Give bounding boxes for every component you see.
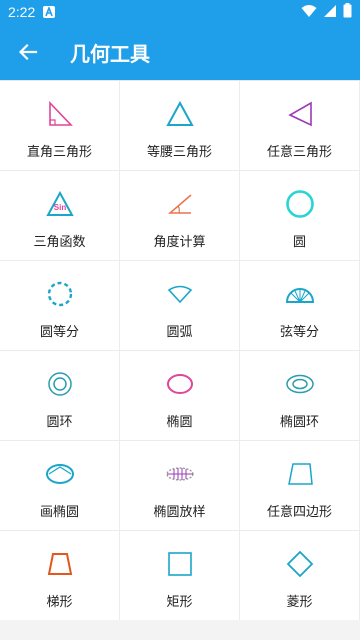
tool-angle-calc[interactable]: 角度计算 — [120, 171, 240, 261]
right-triangle-icon — [45, 99, 75, 129]
tool-label: 圆等分 — [39, 325, 79, 340]
ellipse-ring-icon — [285, 369, 315, 399]
tool-grid: 直角三角形 等腰三角形 任意三角形 Sin 三角函数 角度计算 圆 圆等分 圆弧… — [0, 80, 360, 621]
status-bar: 2:22 — [0, 0, 360, 24]
any-quadrilateral-icon — [285, 459, 315, 489]
tool-isosceles-triangle[interactable]: 等腰三角形 — [120, 81, 240, 171]
tool-label: 椭圆 — [166, 415, 193, 430]
tool-draw-ellipse[interactable]: 画椭圆 — [0, 441, 120, 531]
page-title: 几何工具 — [70, 41, 150, 66]
wifi-icon — [301, 4, 317, 21]
tool-label: 菱形 — [286, 595, 313, 610]
tool-ring[interactable]: 圆环 — [0, 351, 120, 441]
battery-icon — [343, 3, 352, 21]
ring-icon — [45, 369, 75, 399]
tool-ellipse-ring[interactable]: 椭圆环 — [240, 351, 360, 441]
tool-label: 梯形 — [46, 595, 73, 610]
tool-any-triangle[interactable]: 任意三角形 — [240, 81, 360, 171]
tool-circle[interactable]: 圆 — [240, 171, 360, 261]
arc-icon — [165, 279, 195, 309]
tool-label: 三角函数 — [33, 235, 86, 250]
tool-trapezoid[interactable]: 梯形 — [0, 531, 120, 621]
status-left: 2:22 — [8, 4, 56, 20]
tool-label: 圆弧 — [166, 325, 193, 340]
signal-icon — [323, 4, 337, 21]
tool-label: 圆环 — [46, 415, 73, 430]
rhombus-icon — [285, 549, 315, 579]
tool-label: 圆 — [292, 235, 306, 250]
draw-ellipse-icon — [45, 459, 75, 489]
tool-circle-division[interactable]: 圆等分 — [0, 261, 120, 351]
tool-arc[interactable]: 圆弧 — [120, 261, 240, 351]
tool-label: 椭圆环 — [279, 415, 319, 430]
trig-function-icon: Sin — [45, 189, 75, 219]
tool-rectangle[interactable]: 矩形 — [120, 531, 240, 621]
tool-label: 画椭圆 — [39, 505, 79, 520]
tool-ellipse-lofting[interactable]: 椭圆放样 — [120, 441, 240, 531]
a-badge-icon — [43, 6, 56, 18]
any-triangle-icon — [285, 99, 315, 129]
tool-label: 任意三角形 — [266, 145, 332, 160]
circle-icon — [285, 189, 315, 219]
tool-ellipse[interactable]: 椭圆 — [120, 351, 240, 441]
tool-label: 椭圆放样 — [153, 505, 206, 520]
ellipse-lofting-icon — [165, 459, 195, 489]
tool-label: 直角三角形 — [26, 145, 92, 160]
trapezoid-icon — [45, 549, 75, 579]
tool-any-quadrilateral[interactable]: 任意四边形 — [240, 441, 360, 531]
tool-chord-division[interactable]: 弦等分 — [240, 261, 360, 351]
arrow-left-icon — [18, 43, 38, 61]
tool-right-triangle[interactable]: 直角三角形 — [0, 81, 120, 171]
status-time: 2:22 — [8, 4, 36, 20]
bottom-strip — [0, 620, 360, 640]
tool-trig-function[interactable]: Sin 三角函数 — [0, 171, 120, 261]
tool-rhombus[interactable]: 菱形 — [240, 531, 360, 621]
trig-icon-text: Sin — [53, 203, 66, 212]
tool-label: 任意四边形 — [266, 505, 332, 520]
isosceles-triangle-icon — [165, 99, 195, 129]
rectangle-icon — [165, 549, 195, 579]
status-right — [301, 3, 352, 21]
tool-label: 角度计算 — [153, 235, 206, 250]
circle-division-icon — [45, 279, 75, 309]
tool-label: 弦等分 — [279, 325, 319, 340]
angle-icon — [165, 189, 195, 219]
chord-division-icon — [285, 279, 315, 309]
tool-label: 矩形 — [166, 595, 193, 610]
tool-label: 等腰三角形 — [146, 145, 212, 160]
ellipse-icon — [165, 369, 195, 399]
back-button[interactable] — [0, 24, 56, 80]
app-bar: 几何工具 — [0, 24, 360, 80]
